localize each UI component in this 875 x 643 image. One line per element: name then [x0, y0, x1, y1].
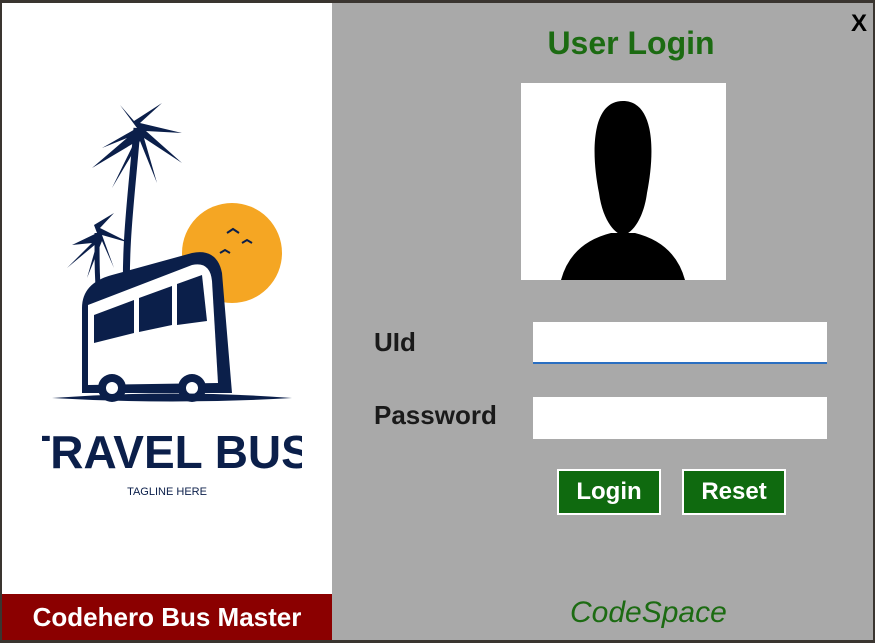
- app-name-bar: Codehero Bus Master: [2, 594, 332, 640]
- uid-label: UId: [374, 327, 416, 357]
- login-panel: X User Login UId Password Login Reset Co…: [332, 3, 873, 640]
- logo-title: TRAVEL BUS: [42, 426, 302, 478]
- travel-bus-logo: TRAVEL BUS TAGLINE HERE: [42, 103, 302, 498]
- reset-button[interactable]: Reset: [682, 469, 786, 515]
- password-label: Password: [374, 400, 497, 430]
- user-silhouette-icon: [521, 83, 726, 280]
- footer-credit: CodeSpace: [570, 596, 727, 629]
- brand-panel: TRAVEL BUS TAGLINE HERE Codehero Bus Mas…: [2, 3, 332, 640]
- password-input[interactable]: [533, 397, 827, 439]
- uid-input[interactable]: [533, 322, 827, 364]
- login-title: User Login: [547, 25, 715, 61]
- logo-tagline: TAGLINE HERE: [127, 486, 207, 498]
- login-button[interactable]: Login: [557, 469, 661, 515]
